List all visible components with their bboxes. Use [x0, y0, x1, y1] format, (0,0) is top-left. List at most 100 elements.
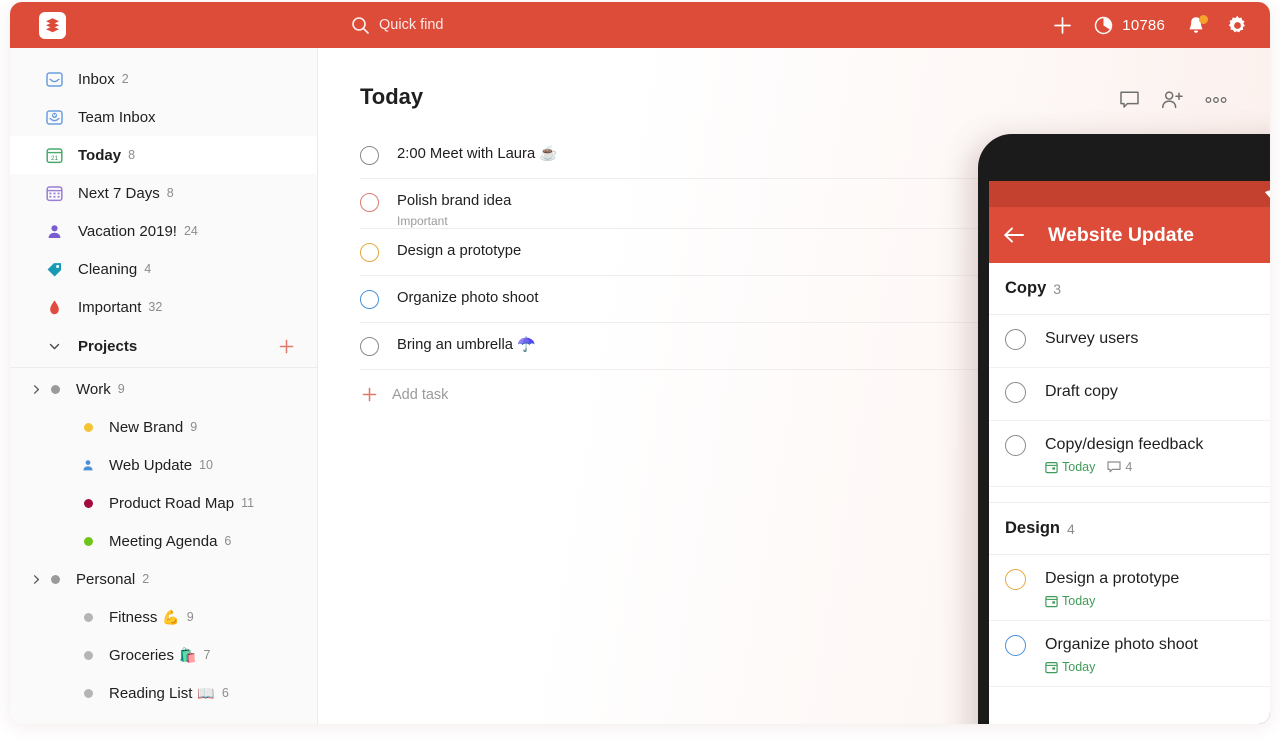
- search-icon: [351, 16, 370, 35]
- calendar-icon: [1045, 595, 1058, 608]
- section-name: Design: [1005, 519, 1061, 537]
- quick-find-placeholder: Quick find: [379, 17, 444, 33]
- sidebar-item-inbox[interactable]: Inbox 2: [10, 60, 317, 98]
- task-content: Design a prototype: [1045, 569, 1270, 608]
- left-sidebar: Inbox 2 Team Inbox 21 Today 8 Next 7 Day…: [10, 48, 318, 724]
- sidebar-project-personal[interactable]: Personal 2: [10, 560, 317, 598]
- sidebar-item-count: 32: [148, 300, 163, 314]
- calendar-icon: [1045, 461, 1058, 474]
- karma-points: 10786: [1122, 16, 1165, 34]
- project-emoji: 🛍️: [179, 646, 197, 663]
- settings-gear-button[interactable]: [1227, 15, 1248, 36]
- project-color-dot: [44, 384, 66, 394]
- sidebar-item-vacation-2019[interactable]: Vacation 2019! 24: [10, 212, 317, 250]
- task-meta: Today: [1045, 594, 1270, 608]
- add-person-icon[interactable]: [1161, 90, 1184, 110]
- due-date[interactable]: Today: [1045, 594, 1095, 608]
- task-label: Important: [397, 214, 448, 228]
- sidebar-item-label: Next 7 Days: [78, 184, 160, 202]
- chevron-right-icon[interactable]: [28, 384, 44, 395]
- calendar-week-icon: [43, 184, 65, 203]
- plus-icon: [361, 386, 378, 403]
- sidebar-project-meeting-agenda[interactable]: Meeting Agenda 6: [10, 522, 317, 560]
- section-count: 4: [1067, 520, 1075, 537]
- sidebar-project-new-brand[interactable]: New Brand 9: [10, 408, 317, 446]
- karma-icon: [1094, 16, 1113, 35]
- sidebar-project-web-update[interactable]: Web Update 10: [10, 446, 317, 484]
- sidebar-item-label: Vacation 2019!: [78, 222, 177, 240]
- task-checkbox[interactable]: [1005, 635, 1026, 656]
- task-checkbox[interactable]: [360, 290, 379, 309]
- sidebar-item-team-inbox[interactable]: Team Inbox: [10, 98, 317, 136]
- phone-screen: 08:32 Website Update: [989, 181, 1270, 724]
- due-date[interactable]: Today: [1045, 660, 1095, 674]
- task-title: Design a prototype: [1045, 570, 1180, 587]
- list-item[interactable]: Organize photo shoot Today: [989, 621, 1270, 687]
- project-color-dot: [77, 650, 99, 660]
- sidebar-item-count: 4: [144, 262, 152, 276]
- list-item[interactable]: Draft copy: [989, 368, 1270, 421]
- sidebar-item-label: Important: [78, 298, 142, 316]
- list-item[interactable]: Survey users: [989, 315, 1270, 368]
- sidebar-item-next-7-days[interactable]: Next 7 Days 8: [10, 174, 317, 212]
- sidebar-item-count: 8: [128, 148, 136, 162]
- quick-find-search[interactable]: Quick find: [351, 16, 443, 35]
- todoist-logo[interactable]: [39, 11, 66, 39]
- project-count: 10: [199, 458, 214, 472]
- task-title: Design a prototype: [397, 243, 522, 259]
- top-navigation-bar: Quick find 10786: [10, 2, 1270, 48]
- page-title: Today: [360, 84, 424, 109]
- sidebar-project-product-road-map[interactable]: Product Road Map 11: [10, 484, 317, 522]
- task-checkbox[interactable]: [360, 243, 379, 262]
- task-checkbox[interactable]: [1005, 329, 1026, 350]
- section-header-design[interactable]: Design 4: [989, 503, 1270, 555]
- sidebar-project-reading-list[interactable]: Reading List 📖 6: [10, 674, 317, 712]
- task-title: Draft copy: [1045, 383, 1118, 400]
- list-item[interactable]: Design a prototype Today: [989, 555, 1270, 621]
- svg-text:21: 21: [50, 155, 58, 162]
- sidebar-project-groceries[interactable]: Groceries 🛍️ 7: [10, 636, 317, 674]
- project-color-dot: [44, 574, 66, 584]
- sidebar-item-cleaning[interactable]: Cleaning 4: [10, 250, 317, 288]
- task-checkbox[interactable]: [1005, 569, 1026, 590]
- team-inbox-icon: [43, 108, 65, 127]
- project-count: 7: [203, 648, 211, 662]
- task-title: Polish brand idea: [397, 193, 512, 209]
- task-checkbox[interactable]: [1005, 435, 1026, 456]
- comment-icon[interactable]: [1119, 90, 1140, 110]
- comment-icon: [1107, 461, 1121, 473]
- chevron-right-icon[interactable]: [28, 574, 44, 585]
- task-checkbox[interactable]: [1005, 382, 1026, 403]
- task-checkbox[interactable]: [360, 146, 379, 165]
- comment-count-text: 4: [1125, 460, 1133, 474]
- add-task-plus-icon[interactable]: [1052, 15, 1073, 36]
- top-bar-actions: 10786: [1052, 2, 1248, 48]
- section-header-copy[interactable]: Copy 3: [989, 263, 1270, 315]
- list-item[interactable]: Copy/design feedback Today 4: [989, 421, 1270, 487]
- project-count: 2: [142, 572, 150, 586]
- sidebar-item-today[interactable]: 21 Today 8: [10, 136, 317, 174]
- add-project-button[interactable]: [278, 338, 295, 355]
- section-divider: [989, 487, 1270, 503]
- sidebar-project-work[interactable]: Work 9: [10, 370, 317, 408]
- due-date[interactable]: Today: [1045, 460, 1095, 474]
- task-meta: Today: [1045, 660, 1270, 674]
- sidebar-project-fitness[interactable]: Fitness 💪 9: [10, 598, 317, 636]
- task-checkbox[interactable]: [360, 337, 379, 356]
- task-content: Design a prototype: [397, 242, 521, 261]
- sidebar-item-important[interactable]: Important 32: [10, 288, 317, 326]
- more-options-icon[interactable]: [1205, 96, 1227, 104]
- comment-count[interactable]: 4: [1107, 460, 1132, 474]
- task-content: Survey users: [1045, 329, 1270, 349]
- back-arrow-icon[interactable]: [1003, 225, 1026, 245]
- sidebar-item-count: 8: [166, 186, 174, 200]
- task-content: Organize photo shoot: [397, 289, 539, 308]
- task-checkbox[interactable]: [360, 193, 379, 212]
- projects-section-header[interactable]: Projects: [10, 326, 317, 368]
- karma-counter[interactable]: 10786: [1094, 16, 1165, 35]
- task-title: Organize photo shoot: [397, 290, 539, 306]
- task-title: Survey users: [1045, 330, 1139, 347]
- project-count: 9: [186, 610, 194, 624]
- notifications-button[interactable]: [1186, 14, 1208, 36]
- sidebar-item-count: 24: [183, 224, 198, 238]
